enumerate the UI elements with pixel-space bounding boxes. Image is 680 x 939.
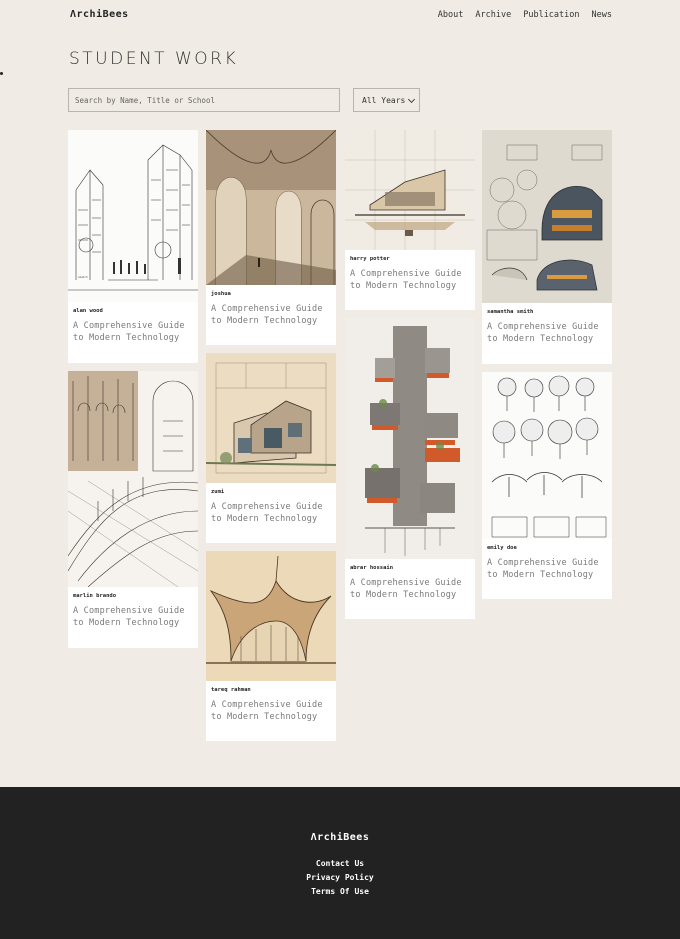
card-author: alan wood [73, 308, 103, 314]
footer-link-privacy[interactable]: Privacy Policy [0, 871, 680, 885]
nav-news[interactable]: News [592, 10, 612, 20]
nav-archive[interactable]: Archive [475, 10, 511, 20]
footer-link-terms[interactable]: Terms Of Use [0, 885, 680, 899]
card-author: tareq rahman [211, 687, 251, 693]
work-card[interactable]: sketch alan wood A Comprehensive Guide t… [68, 130, 198, 363]
cursor-dot [0, 72, 3, 75]
card-title[interactable]: A Comprehensive Guide to Modern Technolo… [68, 314, 198, 344]
work-card[interactable]: emily doe A Comprehensive Guide to Moder… [482, 372, 612, 599]
card-title[interactable]: A Comprehensive Guide to Modern Technolo… [68, 599, 198, 629]
work-image-house-sketch [206, 353, 336, 483]
card-author: samantha smith [487, 309, 534, 315]
card-author: joshua [211, 291, 231, 297]
work-image-section-drawing [345, 130, 475, 250]
main-nav: About Archive Publication News [438, 10, 612, 20]
work-card[interactable]: zumi A Comprehensive Guide to Modern Tec… [206, 353, 336, 543]
work-card[interactable]: samantha smith A Comprehensive Guide to … [482, 130, 612, 364]
footer-logo[interactable]: ΛrchiBees [0, 832, 680, 843]
card-title[interactable]: A Comprehensive Guide to Modern Technolo… [206, 495, 336, 525]
site-header: ΛrchiBees About Archive Publication News [0, 0, 680, 40]
work-image-street-sketch: sketch [68, 130, 198, 302]
work-image-cathedral [206, 130, 336, 285]
footer-link-contact[interactable]: Contact Us [0, 857, 680, 871]
card-author: abrar hossain [350, 565, 394, 571]
card-title[interactable]: A Comprehensive Guide to Modern Technolo… [345, 571, 475, 601]
card-author: harry potter [350, 256, 390, 262]
card-title[interactable]: A Comprehensive Guide to Modern Technolo… [345, 262, 475, 292]
card-title[interactable]: A Comprehensive Guide to Modern Technolo… [482, 551, 612, 581]
work-card[interactable]: marlin brando A Comprehensive Guide to M… [68, 371, 198, 648]
card-author: zumi [211, 489, 225, 495]
work-card[interactable]: abrar hossain A Comprehensive Guide to M… [345, 318, 475, 619]
card-author: marlin brando [73, 593, 117, 599]
card-author: emily doe [487, 545, 517, 551]
work-image-curved-pavilion [206, 551, 336, 681]
card-title[interactable]: A Comprehensive Guide to Modern Technolo… [206, 297, 336, 327]
page-title: STUDENT WORK [69, 49, 239, 69]
work-image-tree-studies [482, 372, 612, 539]
work-card[interactable]: harry potter A Comprehensive Guide to Mo… [345, 130, 475, 310]
search-input[interactable] [68, 88, 340, 112]
footer-links: Contact Us Privacy Policy Terms Of Use [0, 857, 680, 899]
site-footer: ΛrchiBees Contact Us Privacy Policy Term… [0, 787, 680, 939]
nav-publication[interactable]: Publication [523, 10, 579, 20]
svg-text:sketch: sketch [78, 275, 88, 279]
work-card[interactable]: joshua A Comprehensive Guide to Modern T… [206, 130, 336, 345]
site-logo[interactable]: ΛrchiBees [70, 9, 129, 20]
work-card[interactable]: tareq rahman A Comprehensive Guide to Mo… [206, 551, 336, 741]
year-select[interactable]: All Years [353, 88, 420, 112]
chevron-down-icon [407, 95, 416, 104]
card-title[interactable]: A Comprehensive Guide to Modern Technolo… [206, 693, 336, 723]
nav-about[interactable]: About [438, 10, 464, 20]
card-title[interactable]: A Comprehensive Guide to Modern Technolo… [482, 315, 612, 345]
year-select-value: All Years [362, 95, 406, 105]
work-image-organic-plan [482, 130, 612, 303]
work-image-courtyard-sketch [68, 371, 198, 587]
work-image-tower [345, 318, 475, 559]
